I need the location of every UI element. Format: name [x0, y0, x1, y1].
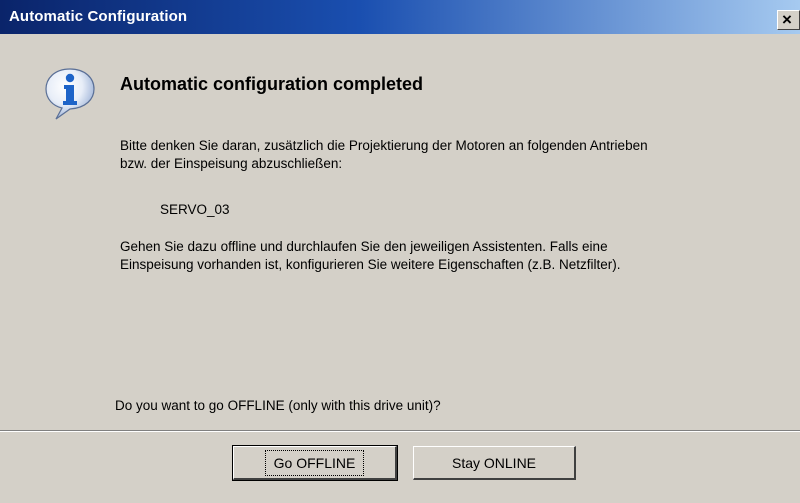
stay-online-label: Stay ONLINE [451, 454, 537, 471]
offline-question: Do you want to go OFFLINE (only with thi… [115, 398, 441, 413]
go-offline-button[interactable]: Go OFFLINE [232, 445, 398, 481]
stay-online-button[interactable]: Stay ONLINE [413, 446, 576, 480]
separator [0, 430, 800, 432]
info-icon [45, 68, 95, 120]
message-line-3: Gehen Sie dazu offline und durchlaufen S… [120, 239, 608, 254]
window-title: Automatic Configuration [9, 8, 188, 25]
message-line-2: bzw. der Einspeisung abzuschließen: [120, 156, 343, 171]
go-offline-label: Go OFFLINE [264, 449, 365, 476]
dialog-window: Automatic Configuration × Automatic conf… [0, 0, 800, 503]
close-button[interactable]: × [777, 10, 800, 30]
message-line-1: Bitte denken Sie daran, zusätzlich die P… [120, 138, 648, 153]
message-line-4: Einspeisung vorhanden ist, konfigurieren… [120, 257, 621, 272]
drive-name: SERVO_03 [160, 202, 230, 217]
close-icon: × [782, 10, 792, 29]
dialog-heading: Automatic configuration completed [120, 74, 424, 94]
title-bar[interactable]: Automatic Configuration × [0, 0, 800, 34]
